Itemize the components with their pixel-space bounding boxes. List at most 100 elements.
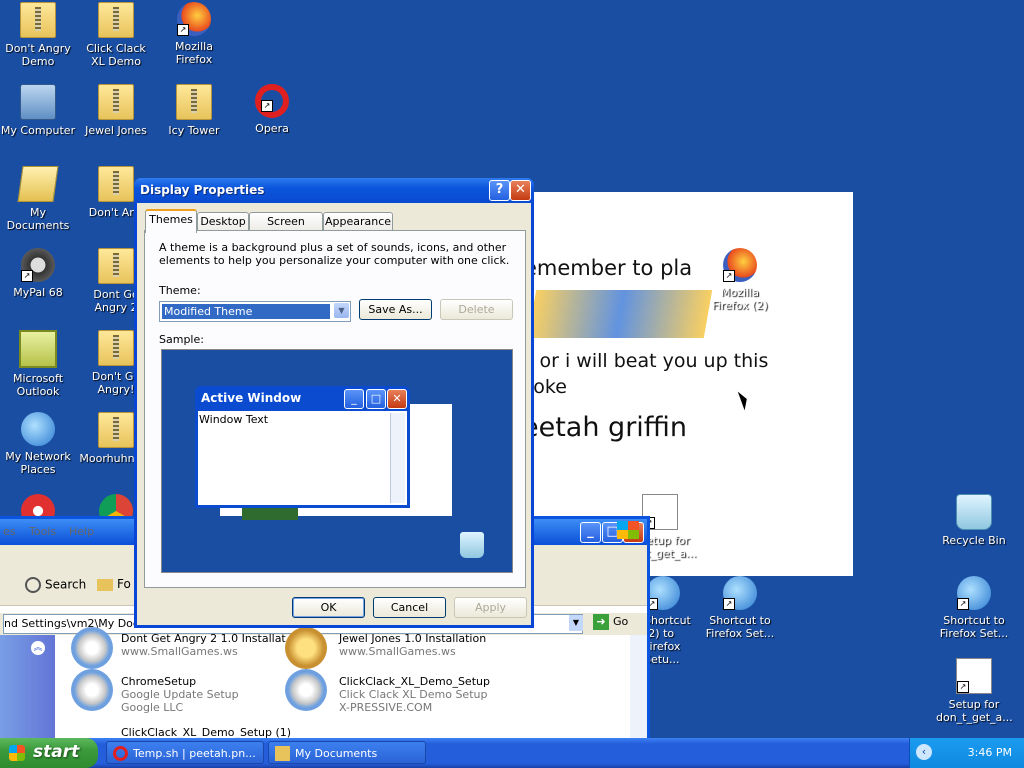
mypal-icon: ↗ [21,248,55,282]
chevron-down-icon[interactable]: ▼ [334,303,349,318]
recycle-bin-icon [956,494,992,530]
image-text-line-1: emember to pla [532,256,693,280]
shortcut-arrow-icon: ↗ [177,24,189,36]
desktop-icon-recycle-bin[interactable]: Recycle Bin [936,494,1012,547]
search-icon [25,577,41,593]
ok-button[interactable]: OK [292,597,365,618]
windows-logo-icon [617,521,639,539]
desktop-icon-jewel-jones[interactable]: Jewel Jones [78,84,154,137]
dialog-title: Display Properties [140,183,265,197]
outlook-icon [19,330,57,368]
desktop-icon-mozilla-firefox[interactable]: ↗ Mozilla Firefox [156,2,232,66]
explorer-task-pane: ︽ [0,635,55,738]
menu-item-help[interactable]: Help [69,525,94,538]
shortcut-arrow-icon: ↗ [261,100,273,112]
apply-button[interactable]: Apply [454,597,527,618]
my-documents-icon [17,166,59,202]
sample-close-icon: ✕ [387,389,407,409]
zip-folder-icon [98,166,134,202]
folder-icon [97,578,113,591]
file-item-chromesetup[interactable]: ChromeSetup Google Update Setup Google LLC [121,675,239,714]
network-places-icon [21,412,55,446]
installer-icon [71,627,113,669]
setup-cd-icon [285,669,327,711]
desktop-icon-shortcut-firefox-setup[interactable]: ↗ Shortcut to Firefox Set... [702,576,778,640]
theme-sample-preview: Active Window _ □ ✕ Window Text [161,349,513,573]
folders-button[interactable]: Fo [97,577,131,591]
sample-maximize-icon: □ [366,389,386,409]
folder-icon [275,746,290,761]
shortcut-arrow-icon: ↗ [723,598,735,610]
firefox-setup-icon: ↗ [646,576,680,610]
jewel-jones-icon [285,627,327,669]
setup-icon: ↗ [956,658,992,694]
tab-desktop[interactable]: Desktop [197,212,249,231]
taskbar: start Temp.sh | peetah.pn... My Document… [0,738,1024,768]
firefox-icon: ↗ [177,2,211,36]
desktop-icon-click-clack-xl-demo[interactable]: Click Clack XL Demo [78,2,154,68]
display-properties-dialog[interactable]: Display Properties ? ✕ Themes Desktop Sc… [134,178,534,628]
opera-icon: ↗ [255,84,289,118]
menu-item-tools[interactable]: Tools [29,525,56,538]
opera-icon [113,746,128,761]
cancel-button[interactable]: Cancel [373,597,446,618]
search-button[interactable]: Search [25,577,86,593]
tab-themes[interactable]: Themes [145,209,197,233]
file-item-clickclack-setup[interactable]: ClickClack_XL_Demo_Setup Click Clack XL D… [339,675,490,714]
sample-background-shape [242,508,298,520]
zip-folder-icon [98,412,134,448]
show-hidden-icons-icon[interactable]: ‹ [916,744,932,760]
desktop-icon-icy-tower[interactable]: Icy Tower [156,84,232,137]
minimize-button[interactable]: _ [580,522,601,543]
delete-button[interactable]: Delete [440,299,513,320]
desktop: emember to pla t or i will beat you up t… [0,0,1024,738]
save-as-button[interactable]: Save As... [359,299,432,320]
zip-folder-icon [176,84,212,120]
start-button[interactable]: start [0,738,98,768]
taskbar-item-my-documents[interactable]: My Documents [268,741,426,764]
desktop-icon-my-computer[interactable]: My Computer [0,84,76,137]
firefox-setup-icon: ↗ [723,576,757,610]
sample-scrollbar [390,413,405,503]
help-button[interactable]: ? [489,180,510,201]
collapse-icon[interactable]: ︽ [31,641,45,655]
firefox-icon: ↗ [723,248,757,282]
clock[interactable]: 3:46 PM [968,746,1012,759]
desktop-icon-mozilla-firefox-2[interactable]: ↗ Mozilla Firefox (2) [702,248,778,312]
zip-folder-icon [98,330,134,366]
taskbar-item-temp-sh[interactable]: Temp.sh | peetah.pn... [106,741,264,764]
desktop-icon-my-network-places[interactable]: My Network Places [0,412,76,476]
dialog-title-bar[interactable]: Display Properties ? ✕ [134,178,534,203]
go-button[interactable]: ➜ Go [593,614,628,630]
zip-folder-icon [98,2,134,38]
theme-select[interactable]: Modified Theme ▼ [159,301,351,322]
shortcut-arrow-icon: ↗ [957,681,969,693]
close-button[interactable]: ✕ [510,180,531,201]
file-item-jewel-jones[interactable]: Jewel Jones 1.0 Installation www.SmallGam… [339,632,486,658]
tab-screen-saver[interactable]: Screen Saver [249,212,323,246]
sample-label: Sample: [159,333,204,346]
windows-flag-icon [9,745,25,761]
go-arrow-icon: ➜ [593,614,609,630]
setup-cd-icon [71,669,113,711]
file-item-clickclack-setup-1[interactable]: ClickClack_XL_Demo_Setup (1) [121,726,291,738]
desktop-icon-mypal-68[interactable]: ↗ MyPal 68 [0,248,76,299]
sample-minimize-icon: _ [344,389,364,409]
desktop-icon-dont-angry-demo[interactable]: Don't Angry Demo [0,2,76,68]
my-computer-icon [20,84,56,120]
desktop-icon-my-documents[interactable]: My Documents [0,166,76,232]
tab-appearance[interactable]: Appearance [323,212,393,231]
themes-description: A theme is a background plus a set of so… [159,241,510,267]
menu-item-favorites[interactable]: es [3,525,16,538]
vertical-scrollbar[interactable] [630,635,647,738]
desktop-icon-shortcut-firefox-setup-2[interactable]: ↗ Shortcut to Firefox Set... [936,576,1012,640]
image-text-line-4: eetah griffin [532,412,688,443]
shortcut-arrow-icon: ↗ [957,598,969,610]
sample-recycle-bin-icon [460,532,484,558]
chevron-down-icon[interactable]: ▼ [569,615,583,631]
sample-active-window: Active Window _ □ ✕ Window Text [195,386,410,508]
desktop-icon-opera[interactable]: ↗ Opera [234,84,310,135]
file-item-dont-get-angry-2[interactable]: Dont Get Angry 2 1.0 Installat... www.Sma… [121,632,296,658]
desktop-icon-microsoft-outlook[interactable]: Microsoft Outlook [0,330,76,398]
desktop-icon-setup-dont-get-angry[interactable]: ↗ Setup for don_t_get_a... [936,658,1013,724]
